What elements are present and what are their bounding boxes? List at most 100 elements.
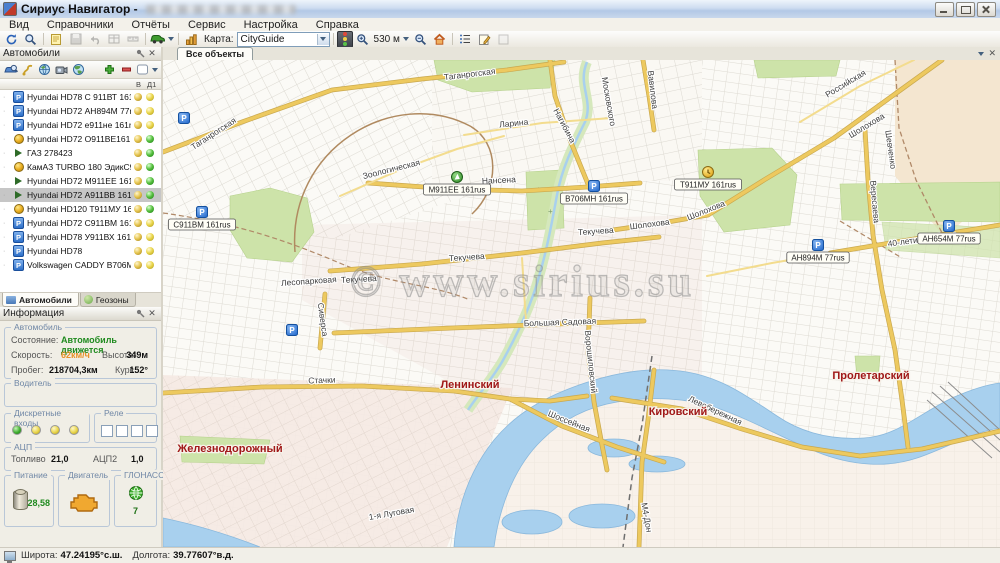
vehicle-row[interactable]: ·ГАЗ 278423	[0, 146, 161, 160]
map-tab-all-objects[interactable]: Все объекты	[177, 47, 253, 60]
vehicle-row[interactable]: ·КамАЗ TURBO 180 ЭдикС911ЕС 61rus	[0, 160, 161, 174]
notes-icon[interactable]	[475, 32, 494, 47]
vehicle-row[interactable]: ·PHyundai HD78	[0, 244, 161, 258]
vehicle-row[interactable]: ·PHyundai HD72 е911не 161rus	[0, 118, 161, 132]
menu-item-справочники[interactable]: Справочники	[38, 19, 123, 31]
altitude-value: 349м	[126, 350, 148, 360]
group-label: АЦП	[11, 442, 35, 452]
parking-marker[interactable]: P	[589, 181, 600, 192]
pin-icon[interactable]	[134, 48, 146, 59]
vehicle-row[interactable]: ·PVolkswagen CADDY В706МН 161rus	[0, 258, 161, 272]
close-tab-icon[interactable]: ✕	[988, 48, 996, 59]
parked-icon: P	[13, 218, 24, 229]
vehicle-label: Hyundai HD72 С911ВМ 161rus	[27, 218, 131, 228]
discrete-input-led	[31, 425, 41, 435]
vehicles-panel-header: Автомобили ✕	[0, 47, 161, 61]
home-icon[interactable]	[430, 32, 449, 47]
vehicle-state-group: Автомобиль Состояние: Автомобиль движетс…	[4, 327, 157, 379]
vehicle-map-label-text: М911ЕЕ 161rus	[429, 186, 486, 195]
adc-group: АЦП Топливо 21,0 АЦП2 1,0	[4, 447, 157, 471]
ignition-status-sphere	[134, 107, 142, 115]
pin-icon[interactable]	[134, 308, 146, 319]
map-tab-label: Все объекты	[186, 49, 244, 59]
parking-marker[interactable]: P	[179, 113, 190, 124]
vehicle-row[interactable]: ·Hyundai HD72 А911ВВ 161rus	[0, 188, 161, 202]
map-select[interactable]: CityGuide	[237, 32, 330, 47]
parking-marker[interactable]: P	[944, 221, 955, 232]
relay-checkbox[interactable]	[116, 425, 128, 437]
close-button[interactable]	[977, 2, 996, 17]
zoom-level-select[interactable]: 530 м	[372, 33, 411, 46]
svg-text:P: P	[946, 222, 952, 231]
parking-marker[interactable]: P	[813, 240, 824, 251]
vehicle-list[interactable]: ·PHyundai HD78 С 911ВТ 161rus·PHyundai H…	[0, 90, 161, 292]
main-toolbar: Карта: CityGuide 530 м	[0, 31, 1000, 48]
close-panel-icon[interactable]: ✕	[146, 308, 158, 319]
menu-item-вид[interactable]: Вид	[0, 19, 38, 31]
tab-vehicles[interactable]: Автомобили	[2, 293, 79, 307]
vehicle-row[interactable]: ·Hyundai HD120 Т911МУ 161rus	[0, 202, 161, 216]
vehicle-label: Hyundai HD120 Т911МУ 161rus	[27, 204, 131, 214]
vehicles-panel-title: Автомобили	[3, 48, 60, 59]
connection-icon	[4, 551, 16, 561]
ignition-status-sphere	[134, 163, 142, 171]
search-icon[interactable]	[21, 32, 40, 47]
tab-geozones[interactable]: Геозоны	[80, 293, 136, 307]
vehicle-label: Hyundai HD78	[27, 246, 82, 256]
vehicle-actions-button[interactable]	[149, 32, 175, 47]
maximize-button[interactable]	[956, 2, 975, 17]
globe-icon[interactable]	[36, 62, 53, 77]
map-canvas[interactable]: + +	[163, 60, 1000, 547]
menu-item-справка[interactable]: Справка	[307, 19, 368, 31]
chart-icon[interactable]	[182, 32, 201, 47]
status-bar: Широта: 47.24195°с.ш. Долгота: 39.77607°…	[0, 547, 1000, 563]
chevron-down-icon[interactable]	[317, 34, 329, 45]
web-globe-icon[interactable]	[70, 62, 87, 77]
close-panel-icon[interactable]: ✕	[146, 48, 158, 59]
group-label: Реле	[101, 408, 126, 418]
zoom-out-icon[interactable]	[411, 32, 430, 47]
vehicle-row[interactable]: ·PHyundai HD78 С 911ВТ 161rus	[0, 90, 161, 104]
parking-marker[interactable]: P	[197, 207, 208, 218]
relay-checkbox[interactable]	[131, 425, 143, 437]
list-icon[interactable]	[456, 32, 475, 47]
svg-text:P: P	[591, 182, 597, 191]
window-title-redacted	[146, 5, 296, 14]
vehicle-row[interactable]: ·Hyundai HD72 О911ВЕ161	[0, 132, 161, 146]
route-button[interactable]	[19, 62, 36, 77]
camera-button[interactable]	[53, 62, 70, 77]
vehicle-row[interactable]: ·PHyundai HD72 АН894М 77rus	[0, 104, 161, 118]
vehicle-map-label-text: В706МН 161rus	[565, 195, 623, 204]
d1-status-sphere	[146, 219, 154, 227]
relay-checkbox[interactable]	[101, 425, 113, 437]
moving-vehicle-marker[interactable]	[452, 172, 463, 183]
traffic-light-toggle[interactable]	[337, 31, 353, 48]
group-filter-dropdown[interactable]	[135, 62, 159, 77]
refresh-button[interactable]	[2, 32, 21, 47]
idle-vehicle-marker[interactable]	[703, 167, 714, 178]
map-viewport[interactable]: + +	[163, 60, 1000, 547]
ignition-status-sphere	[134, 247, 142, 255]
parking-marker[interactable]: P	[287, 325, 298, 336]
menu-item-настройка[interactable]: Настройка	[235, 19, 307, 31]
vehicle-row[interactable]: ·PHyundai HD72 С911ВМ 161rus	[0, 216, 161, 230]
zoom-in-icon[interactable]	[353, 32, 372, 47]
ignition-status-sphere	[134, 219, 142, 227]
remove-vehicle-button[interactable]	[118, 62, 135, 77]
edit-document-icon[interactable]	[47, 32, 66, 47]
vehicle-label: Hyundai HD72 М911ЕЕ 161rus	[27, 176, 131, 186]
power-value: 28,58	[27, 498, 50, 508]
vehicle-row[interactable]: ·PHyundai HD78 У911ВХ 161rus	[0, 230, 161, 244]
vehicle-label: Volkswagen CADDY В706МН 161rus	[27, 260, 131, 270]
vehicle-map-label-text: АН894М 77rus	[791, 254, 844, 263]
menu-item-сервис[interactable]: Сервис	[179, 19, 235, 31]
vehicles-toolbar	[0, 61, 161, 79]
menu-item-отчёты[interactable]: Отчёты	[123, 19, 179, 31]
minimize-button[interactable]	[935, 2, 954, 17]
add-vehicle-button[interactable]	[101, 62, 118, 77]
vehicle-row[interactable]: ·Hyundai HD72 М911ЕЕ 161rus	[0, 174, 161, 188]
ignition-status-sphere	[134, 93, 142, 101]
locate-vehicle-button[interactable]	[2, 62, 19, 77]
relay-checkbox[interactable]	[146, 425, 158, 437]
tab-list-dropdown-icon[interactable]	[978, 52, 984, 56]
